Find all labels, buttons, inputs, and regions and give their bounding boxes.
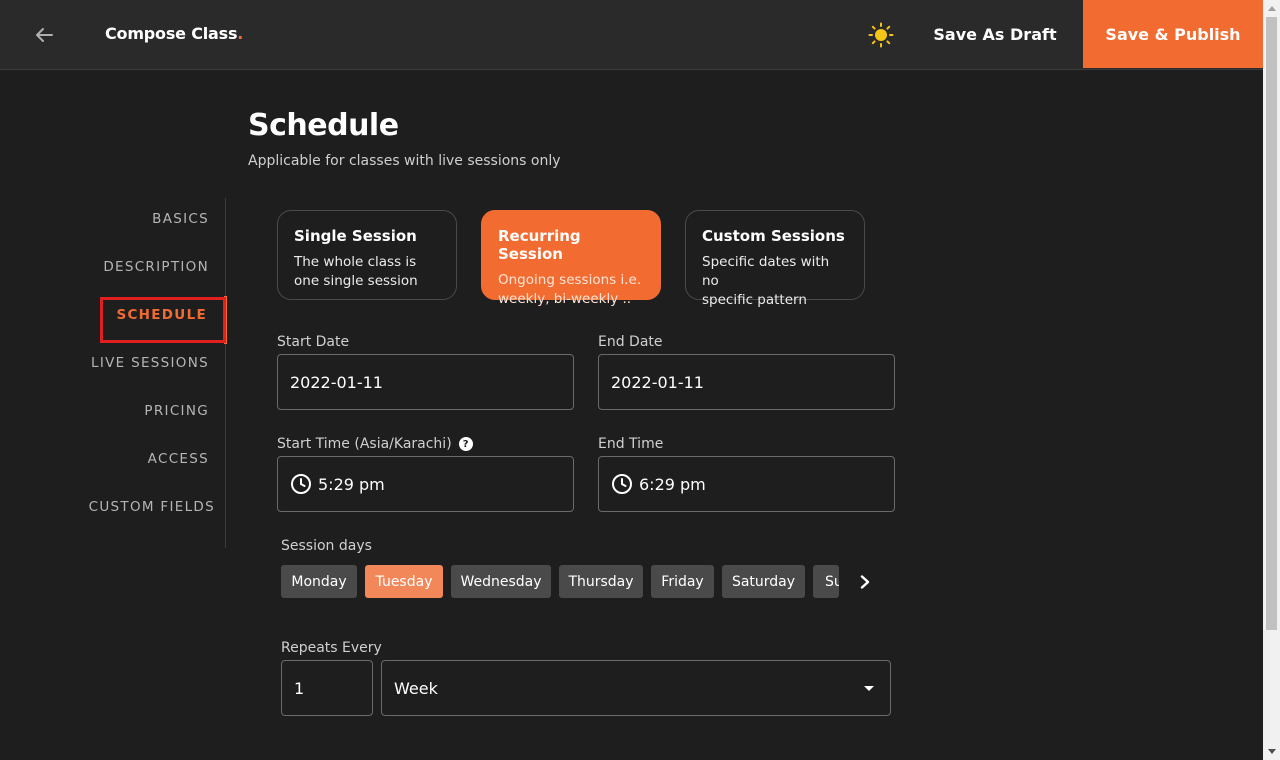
end-date-input[interactable]: 2022-01-11 [598, 354, 895, 410]
card-description-line: Ongoing sessions i.e. [498, 272, 642, 288]
start-time-value: 5:29 pm [318, 474, 385, 494]
help-icon[interactable]: ? [458, 437, 473, 451]
end-date-label: End Date [598, 334, 663, 350]
nav-item-access[interactable]: ACCESS [148, 451, 209, 473]
session-type-custom[interactable]: Custom Sessions Specific dates with no s… [685, 210, 865, 308]
top-bar: Compose Class. Save As Draft Save & Publ… [0, 0, 1263, 70]
app-title-text: Compose Class [105, 24, 238, 43]
start-date-label: Start Date [277, 334, 350, 350]
nav-item-description[interactable]: DESCRIPTION [103, 259, 209, 281]
nav-item-live-sessions[interactable]: LIVE SESSIONS [91, 355, 209, 377]
scroll-down-button[interactable] [1263, 743, 1280, 760]
card-title: Custom Sessions [702, 227, 845, 245]
card-description-line: one single session [294, 273, 418, 289]
day-chip-sunday[interactable]: Su [813, 565, 839, 598]
end-time-input[interactable]: 6:29 pm [598, 456, 895, 512]
page-title: Schedule [248, 108, 399, 143]
repeats-count-input[interactable]: 1 [281, 660, 373, 716]
back-button[interactable] [30, 22, 58, 48]
end-time-value: 6:29 pm [639, 474, 706, 494]
repeats-unit-select[interactable]: Week [381, 660, 891, 716]
card-title: Single Session [294, 227, 417, 245]
day-chip-thursday[interactable]: Thursday [559, 565, 643, 598]
save-and-publish-button[interactable]: Save & Publish [1083, 0, 1263, 68]
nav-item-basics[interactable]: BASICS [152, 211, 209, 233]
card-description: Specific dates with no specific pattern [702, 253, 848, 310]
back-arrow-icon [36, 28, 53, 42]
app-title: Compose Class. [105, 24, 243, 43]
scroll-thumb[interactable] [1266, 17, 1277, 630]
session-type-single[interactable]: Single Session The whole class is one si… [277, 210, 457, 300]
session-days-label: Session days [281, 538, 372, 554]
caret-down-icon [864, 686, 874, 691]
section-nav: BASICS DESCRIPTION SCHEDULE LIVE SESSION… [60, 198, 226, 548]
repeats-every-label: Repeats Every [281, 640, 382, 656]
nav-highlight-box [100, 297, 226, 343]
start-date-input[interactable]: 2022-01-11 [277, 354, 574, 410]
card-description-line: Specific dates with no [702, 254, 830, 289]
page-scrollbar[interactable] [1263, 0, 1280, 760]
start-time-label: Start Time (Asia/Karachi) ? [277, 436, 473, 452]
day-chip-tuesday[interactable]: Tuesday [365, 565, 443, 598]
nav-item-custom-fields[interactable]: CUSTOM FIELDS [89, 499, 215, 521]
day-chip-wednesday[interactable]: Wednesday [451, 565, 551, 598]
days-scroll-next-button[interactable] [853, 568, 877, 596]
clock-icon [611, 473, 633, 495]
start-time-label-text: Start Time (Asia/Karachi) [277, 436, 452, 452]
app-title-dot: . [237, 24, 244, 43]
card-description: Ongoing sessions i.e. weekly, bi-weekly … [498, 271, 644, 309]
day-chip-saturday[interactable]: Saturday [722, 565, 805, 598]
session-type-recurring[interactable]: Recurring Session Ongoing sessions i.e. … [481, 210, 661, 307]
clock-icon [290, 473, 312, 495]
card-description-line: specific pattern [702, 292, 807, 308]
nav-item-pricing[interactable]: PRICING [144, 403, 209, 425]
save-as-draft-button[interactable]: Save As Draft [928, 0, 1062, 68]
scroll-down-arrow-icon [1267, 749, 1276, 754]
page-subtitle: Applicable for classes with live session… [248, 153, 561, 169]
repeats-unit-value: Week [394, 678, 438, 698]
scroll-up-arrow-icon [1267, 6, 1276, 11]
card-description-line: The whole class is [294, 254, 417, 270]
card-title: Recurring Session [498, 227, 581, 263]
day-chip-friday[interactable]: Friday [651, 565, 714, 598]
sun-icon [868, 22, 894, 48]
card-description: The whole class is one single session [294, 253, 440, 291]
scroll-up-button[interactable] [1263, 0, 1280, 17]
day-chip-monday[interactable]: Monday [281, 565, 357, 598]
chevron-right-icon [860, 575, 870, 589]
card-description-line: weekly, bi-weekly .. [498, 291, 632, 307]
theme-toggle-button[interactable] [866, 21, 896, 49]
start-time-input[interactable]: 5:29 pm [277, 456, 574, 512]
end-time-label: End Time [598, 436, 664, 452]
